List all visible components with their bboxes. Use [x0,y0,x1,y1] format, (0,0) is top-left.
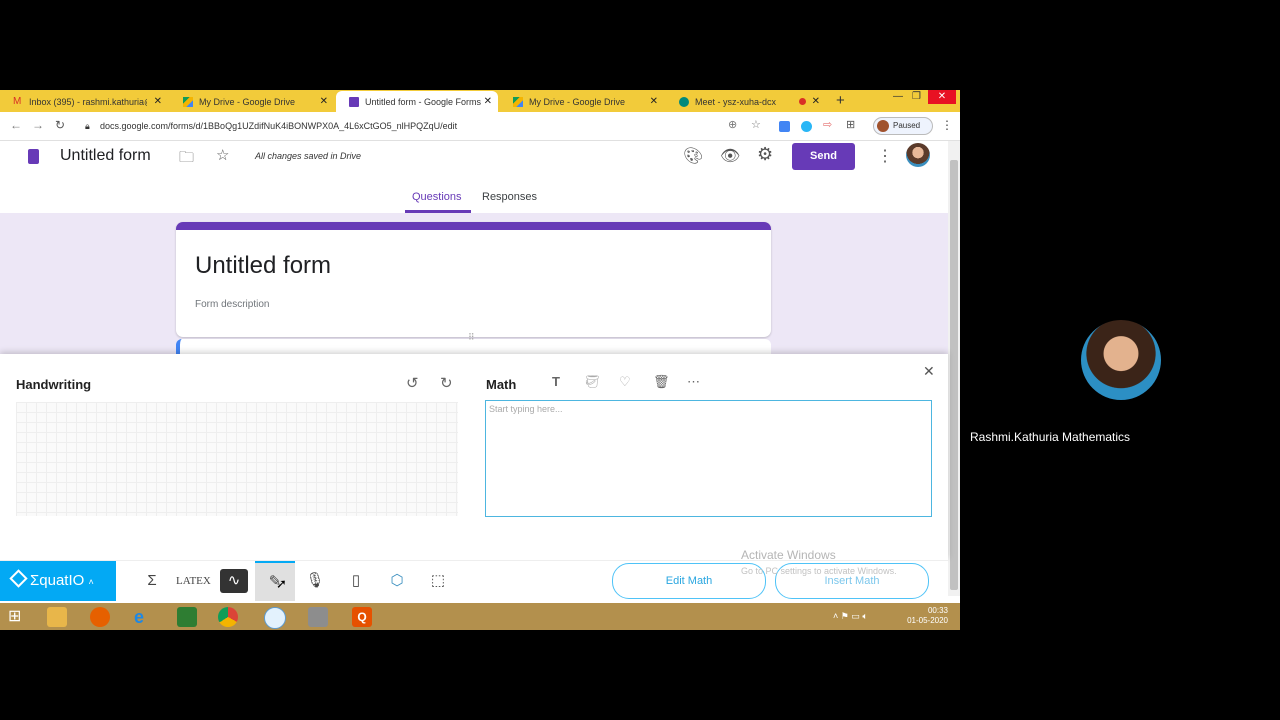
browser-menu-icon[interactable]: ⋮ [941,118,953,132]
system-clock[interactable]: 00:33 01-05-2020 [907,606,948,626]
close-icon[interactable]: ✕ [923,363,935,380]
file-explorer-icon[interactable] [47,607,67,627]
form-name[interactable]: Untitled form [60,147,151,165]
windows-start-icon[interactable]: ⊞ [8,607,28,627]
drag-handle-icon[interactable]: ⠿ [468,332,475,343]
tab-drive-1[interactable]: My Drive - Google Drive ✕ [170,91,334,112]
folder-icon[interactable]: 🗀︎ [179,147,194,172]
save-status: All changes saved in Drive [255,151,362,161]
forward-icon[interactable]: → [32,118,44,132]
mouse-cursor-icon: ➚ [276,576,287,591]
form-header-card[interactable]: Untitled form Form description [176,222,771,337]
app-icon[interactable] [308,607,328,627]
handwriting-icon[interactable]: ✎ [255,561,295,601]
close-tab-icon[interactable]: ✕ [484,96,492,107]
tab-gmail[interactable]: M Inbox (395) - rashmi.kathuria@ ✕ [0,91,168,112]
close-tab-icon[interactable]: ✕ [650,96,658,107]
recording-icon [799,98,806,105]
tab-strip: M Inbox (395) - rashmi.kathuria@ ✕ My Dr… [0,90,960,112]
handwriting-canvas[interactable] [16,402,458,516]
math-input[interactable]: Start typing here... [485,400,932,517]
3d-shape-icon[interactable]: ⬡ [383,569,411,593]
preview-eye-icon[interactable]: 👁︎ [720,146,740,166]
forms-header: Untitled form 🗀︎ ☆ All changes saved in … [0,141,948,214]
mobile-icon[interactable]: ▯ [342,569,370,593]
extensions-grid-icon[interactable]: ⊞ [846,118,855,131]
latex-icon[interactable]: LATEX [176,569,211,593]
activate-windows-subtext: Go to PC settings to activate Windows. [741,566,897,576]
forms-logo-icon[interactable] [28,149,39,164]
trash-icon[interactable]: 🗑︎ [653,374,670,390]
tray-icons: ˄ ⚑ ▭ 🔈︎ [833,611,868,621]
participant-name: Rashmi.Kathuria Mathematics [970,430,1131,444]
avatar [1081,320,1161,400]
windows-taskbar: ⊞ e Q ˄ ⚑ ▭ 🔈︎ 00:33 01-05-2020 [0,603,960,630]
bookmark-star-icon[interactable]: ☆ [751,118,761,131]
maximize-icon[interactable]: ❐ [912,91,921,102]
handwriting-title: Handwriting [16,377,92,392]
palette-icon[interactable]: 🎨︎ [683,146,703,166]
activate-windows-watermark: Activate Windows [741,548,836,562]
close-tab-icon[interactable]: ✕ [812,96,820,107]
drive-icon [513,96,523,107]
form-title[interactable]: Untitled form [195,252,331,280]
equatio-menu-button[interactable]: ƩquatIO ˄ [0,561,116,601]
zoom-icon[interactable]: ⊕ [728,118,737,131]
url-field[interactable]: 🔒︎ docs.google.com/forms/d/1BBoQg1UZdifN… [80,117,890,135]
clock-app-icon[interactable] [264,607,286,629]
back-icon[interactable]: ← [10,118,22,132]
profile-paused-button[interactable]: Paused [873,117,933,135]
star-icon[interactable]: ☆ [216,146,229,164]
equatio-extension-icon[interactable] [801,121,812,132]
avatar[interactable] [906,143,930,167]
lock-icon: 🔒︎ [85,121,90,131]
more-options-icon[interactable]: ⋮ [877,146,893,166]
redo-icon[interactable]: ↻ [440,374,453,392]
tab-questions[interactable]: Questions [412,191,462,203]
minimize-icon[interactable]: — [893,91,903,102]
graph-icon[interactable]: ∿ [220,569,248,593]
screenshot-select-icon[interactable]: ⬚ [424,569,452,593]
browser-window: M Inbox (395) - rashmi.kathuria@ ✕ My Dr… [0,90,960,630]
firefox-icon[interactable] [90,607,110,627]
more-horizontal-icon[interactable]: ⋯ [687,374,700,390]
sigma-icon[interactable]: Σ [138,569,166,593]
send-button[interactable]: Send [792,143,855,170]
undo-icon[interactable]: ↺ [406,374,419,392]
math-placeholder: Start typing here... [489,404,563,414]
equatio-editor-panel: ⠿ Handwriting ↺ ↻ Math T 🪣︎ ♡ 🗑︎ ⋯ Start… [0,332,948,560]
store-icon[interactable] [177,607,197,627]
drive-icon [183,96,193,107]
microphone-icon[interactable]: 🎙︎ [301,569,329,593]
equatio-logo-icon [9,569,28,588]
math-title: Math [486,377,517,392]
favorite-heart-icon[interactable]: ♡ [619,374,631,390]
tab-meet[interactable]: Meet - ysz-xuha-dcx ✕ [666,91,826,112]
extension-icon[interactable]: ⇨ [823,118,832,131]
forms-icon [349,96,359,107]
tab-drive-2[interactable]: My Drive - Google Drive ✕ [500,91,664,112]
internet-explorer-icon[interactable]: e [134,607,154,627]
extension-icon[interactable] [779,121,790,132]
close-tab-icon[interactable]: ✕ [320,96,328,107]
gmail-icon: M [13,95,22,107]
tab-forms[interactable]: Untitled form - Google Forms ✕ [336,91,498,112]
scrollbar-thumb[interactable] [950,160,958,590]
address-bar-row: ← → ↻ 🔒︎ docs.google.com/forms/d/1BBoQg1… [0,112,960,141]
chrome-icon[interactable] [218,607,238,627]
meet-icon [679,96,689,107]
text-format-icon[interactable]: T [552,374,560,389]
window-close-button[interactable]: ✕ [928,90,956,104]
avatar [877,119,889,132]
tab-responses[interactable]: Responses [482,191,537,203]
close-tab-icon[interactable]: ✕ [154,96,162,107]
reload-icon[interactable]: ↻ [55,118,65,132]
q-app-icon[interactable]: Q [352,607,372,627]
chevron-up-icon: ˄ [88,577,94,587]
settings-gear-icon[interactable]: ⚙︎ [757,144,773,165]
meet-participant-tile: Rashmi.Kathuria Mathematics [960,270,1280,450]
fill-color-icon[interactable]: 🪣︎ [584,374,601,390]
new-tab-button[interactable]: + [836,92,845,109]
form-description[interactable]: Form description [195,299,269,310]
